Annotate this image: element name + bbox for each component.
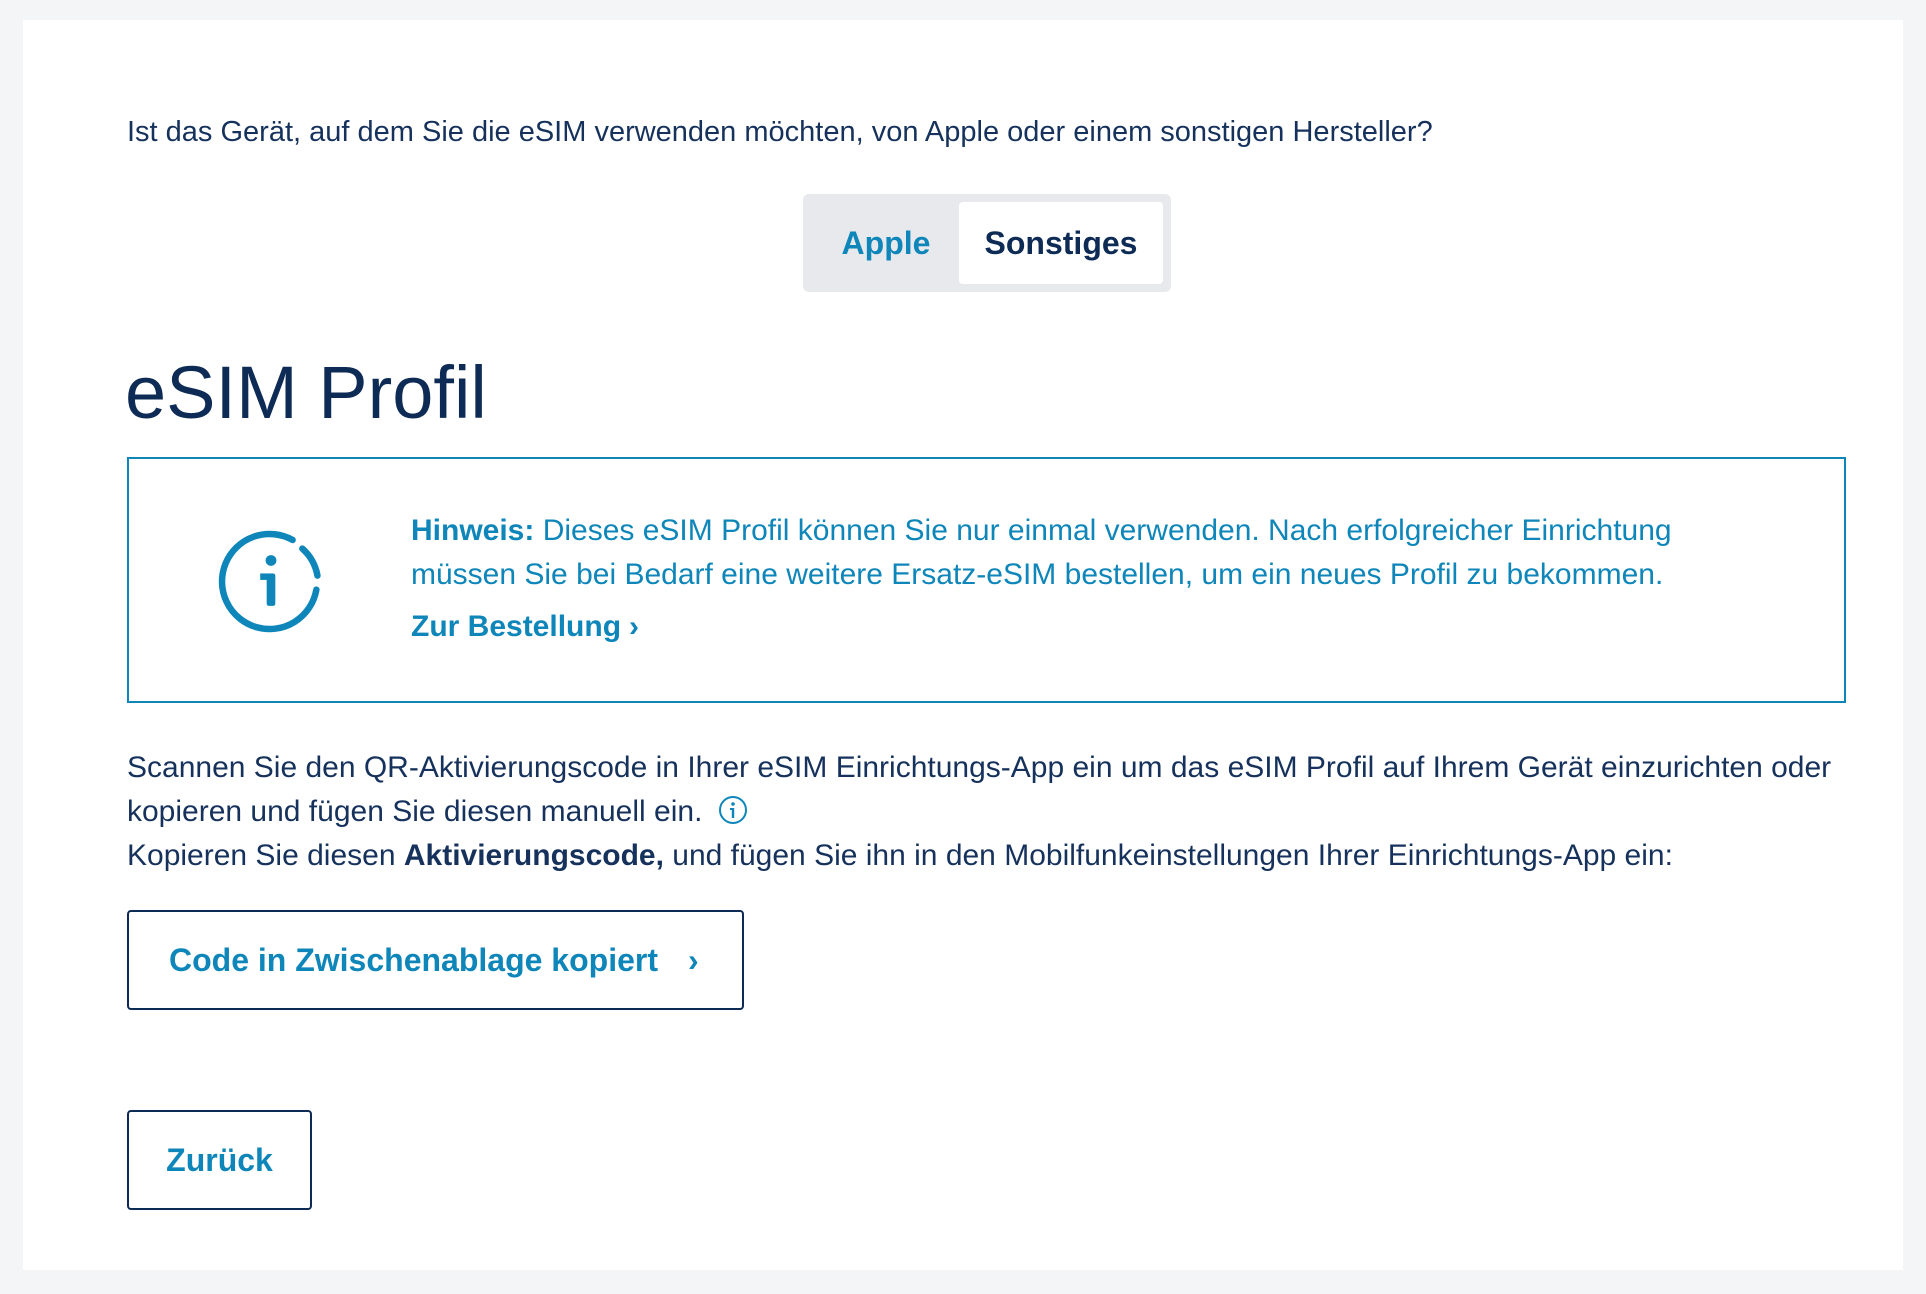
info-tooltip-icon[interactable] bbox=[717, 794, 749, 826]
notice-box: Hinweis: Dieses eSIM Profil können Sie n… bbox=[127, 457, 1846, 703]
notice-label: Hinweis: bbox=[411, 514, 535, 547]
order-link[interactable]: Zur Bestellung › bbox=[411, 605, 639, 649]
back-button[interactable]: Zurück bbox=[127, 1110, 312, 1210]
instructions-line2-suffix: und fügen Sie ihn in den Mobilfunkeinste… bbox=[663, 839, 1673, 872]
back-button-label: Zurück bbox=[166, 1141, 273, 1178]
device-question: Ist das Gerät, auf dem Sie die eSIM verw… bbox=[127, 116, 1433, 148]
chevron-right-icon: › bbox=[629, 610, 640, 643]
device-toggle: Apple Sonstiges bbox=[803, 194, 1171, 292]
order-link-label: Zur Bestellung bbox=[411, 610, 622, 643]
notice-text: Hinweis: Dieses eSIM Profil können Sie n… bbox=[411, 509, 1771, 649]
content-card: Ist das Gerät, auf dem Sie die eSIM verw… bbox=[23, 20, 1903, 1270]
copy-code-button[interactable]: Code in Zwischenablage kopiert › bbox=[127, 910, 744, 1010]
instructions-text: Scannen Sie den QR-Aktivierungscode in I… bbox=[127, 746, 1867, 878]
page-title: eSIM Profil bbox=[125, 351, 487, 434]
info-icon bbox=[218, 530, 321, 633]
toggle-option-sonstiges[interactable]: Sonstiges bbox=[959, 202, 1163, 284]
instructions-line2-prefix: Kopieren Sie diesen bbox=[127, 839, 404, 872]
copy-code-button-label: Code in Zwischenablage kopiert bbox=[169, 941, 658, 978]
notice-message: Dieses eSIM Profil können Sie nur einmal… bbox=[411, 514, 1672, 591]
chevron-right-icon: › bbox=[687, 941, 699, 978]
toggle-option-apple[interactable]: Apple bbox=[811, 202, 961, 284]
instructions-line1: Scannen Sie den QR-Aktivierungscode in I… bbox=[127, 751, 1832, 828]
activation-code-label: Aktivierungscode, bbox=[403, 839, 664, 872]
